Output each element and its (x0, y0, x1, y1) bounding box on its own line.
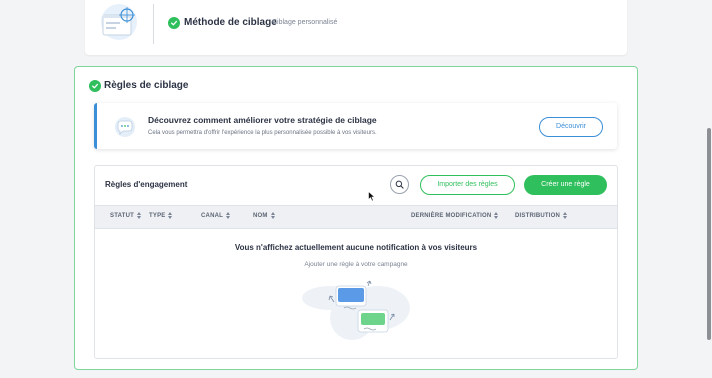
column-label: DISTRIBUTION (515, 212, 561, 219)
targeting-method-value: Ciblage personnalisé (272, 19, 338, 26)
import-rules-button[interactable]: Importer des règles (420, 175, 515, 195)
column-header-name[interactable]: NOM (253, 212, 275, 219)
column-header-status[interactable]: STATUT (110, 212, 141, 219)
column-label: STATUT (110, 212, 134, 219)
search-icon (395, 180, 404, 189)
column-header-distribution[interactable]: DISTRIBUTION (515, 212, 568, 219)
column-header-last-modified[interactable]: DERNIÈRE MODIFICATION (411, 212, 499, 219)
sort-icon (226, 212, 230, 219)
column-label: TYPE (149, 212, 166, 219)
banner-subtitle: Cela vous permettra d'offrir l'expérienc… (148, 130, 377, 136)
search-button[interactable] (390, 175, 409, 194)
targeting-method-title: Méthode de ciblage (184, 17, 277, 28)
column-label: NOM (253, 212, 268, 219)
empty-state-title: Vous n'affichez actuellement aucune noti… (234, 243, 478, 252)
scrollbar-thumb[interactable] (707, 128, 711, 340)
vertical-divider (153, 4, 154, 44)
targeting-rules-title: Règles de ciblage (104, 80, 189, 91)
sort-icon (168, 212, 173, 219)
check-circle-icon (168, 17, 180, 29)
column-header-channel[interactable]: CANAL (201, 212, 230, 219)
create-rule-button[interactable]: Créer une règle (524, 175, 607, 195)
empty-state-subtitle: Ajouter une règle à votre campagne (304, 261, 408, 268)
sort-icon (563, 212, 568, 219)
empty-notifications-illustration-icon (302, 280, 410, 340)
column-label: DERNIÈRE MODIFICATION (411, 212, 492, 219)
targeting-illustration-icon (101, 4, 137, 40)
chat-bubble-illustration-icon (115, 117, 135, 137)
banner-title: Découvrez comment améliorer votre straté… (148, 115, 377, 125)
sort-icon (270, 212, 275, 219)
column-header-type[interactable]: TYPE (149, 212, 173, 219)
sort-icon (136, 212, 141, 219)
cursor-icon (368, 191, 376, 202)
engagement-rules-title: Règles d'engagement (105, 180, 188, 189)
column-label: CANAL (201, 212, 223, 219)
check-circle-icon (89, 80, 101, 92)
sort-icon (494, 212, 499, 219)
discover-button[interactable]: Découvrir (539, 117, 603, 137)
targeting-method-card (85, 0, 627, 55)
